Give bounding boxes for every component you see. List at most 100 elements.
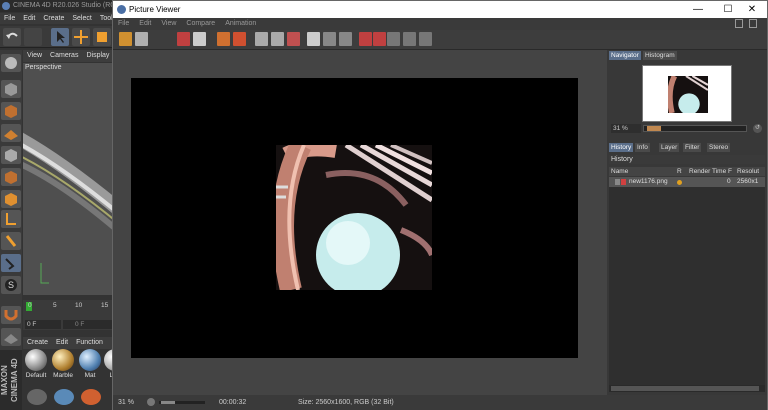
material-menu-create[interactable]: Create xyxy=(23,337,52,349)
render-region-icon[interactable] xyxy=(193,32,206,46)
history-horizontal-scrollbar[interactable] xyxy=(609,385,765,392)
history-row[interactable]: new1176.png 0 2560x1 xyxy=(609,177,765,187)
status-size: Size: 2560x1600, RGB (32 Bit) xyxy=(298,399,394,406)
history-row-resolution: 2560x1 xyxy=(737,178,759,185)
undo-icon[interactable] xyxy=(3,28,21,46)
image-canvas[interactable] xyxy=(113,50,607,395)
history-row-name: new1176.png xyxy=(629,178,668,185)
snap-icon[interactable] xyxy=(1,254,21,272)
perspective-viewport[interactable]: Perspective xyxy=(23,63,120,295)
tab-info[interactable]: Info xyxy=(635,143,650,152)
solo-icon[interactable]: S xyxy=(1,276,21,294)
tab-filter[interactable]: Filter xyxy=(683,143,702,152)
viewport-menu-view[interactable]: View xyxy=(23,50,46,62)
material-ball-icon[interactable] xyxy=(81,389,101,405)
material-default[interactable]: Default xyxy=(23,349,49,379)
object-mode-icon[interactable] xyxy=(1,80,21,98)
menu-file[interactable]: File xyxy=(0,13,19,24)
column-render-time[interactable]: Render Time xyxy=(689,167,726,176)
viewport-menu-cameras[interactable]: Cameras xyxy=(46,50,82,62)
zoom-slider-knob[interactable] xyxy=(647,126,661,131)
current-frame-field[interactable]: 0 F xyxy=(25,320,61,329)
redo-icon[interactable] xyxy=(24,28,42,46)
layer-icon[interactable] xyxy=(217,32,230,46)
image-frame xyxy=(131,78,578,358)
tab-histogram[interactable]: Histogram xyxy=(643,51,677,60)
texture-mode-icon[interactable] xyxy=(1,102,21,120)
lock-workplane-icon[interactable] xyxy=(1,328,21,346)
tab-stereo[interactable]: Stereo xyxy=(707,143,731,152)
tab-history[interactable]: History xyxy=(609,143,634,152)
column-name[interactable]: Name xyxy=(611,167,628,176)
zoom-dropdown-icon[interactable] xyxy=(147,398,155,406)
material-ball-icon[interactable] xyxy=(27,389,47,405)
render-icon[interactable] xyxy=(177,32,190,46)
points-mode-icon[interactable] xyxy=(1,146,21,164)
workplane-icon[interactable] xyxy=(1,124,21,142)
zoom-slider[interactable] xyxy=(643,125,747,132)
material-mat[interactable]: Mat xyxy=(77,349,103,379)
layer-alt-icon[interactable] xyxy=(233,32,246,46)
zoom-reset-icon[interactable]: ↺ xyxy=(753,124,762,133)
cinema4d-window: CINEMA 4D R20.026 Studio (RC File Edit C… xyxy=(0,0,120,410)
viewport-menu-display[interactable]: Display xyxy=(82,50,113,62)
column-r[interactable]: R xyxy=(677,167,682,176)
model-mode-icon[interactable] xyxy=(1,54,21,72)
menu-edit[interactable]: Edit xyxy=(134,18,156,30)
ab-a-icon[interactable] xyxy=(359,32,372,46)
zoom-field[interactable]: 31 % xyxy=(611,124,641,133)
ab-diff-icon[interactable] xyxy=(339,32,352,46)
timeline[interactable]: 0 5 10 15 0 F 0 F xyxy=(23,300,120,330)
compare-swap-icon[interactable] xyxy=(287,32,300,46)
min-frame-field[interactable]: 0 F xyxy=(63,320,118,329)
material-ball-icon[interactable] xyxy=(54,389,74,405)
scale-icon[interactable] xyxy=(93,28,111,46)
status-bar: 31 % 00:00:32 Size: 2560x1600, RGB (32 B… xyxy=(113,395,767,410)
edges-mode-icon[interactable] xyxy=(1,168,21,186)
picture-viewer-menubar: File Edit View Compare Animation xyxy=(113,18,767,30)
column-f[interactable]: F xyxy=(728,167,732,176)
select-arrow-icon[interactable] xyxy=(51,28,69,46)
move-icon[interactable] xyxy=(72,28,90,46)
status-zoom[interactable]: 31 % xyxy=(118,395,134,410)
tab-layer[interactable]: Layer xyxy=(659,143,680,152)
material-menu-function[interactable]: Function xyxy=(72,337,107,349)
navigator-thumbnail[interactable] xyxy=(642,65,732,122)
layout-icon[interactable] xyxy=(749,19,757,28)
timeline-tick: 15 xyxy=(101,302,109,309)
stereo-alt-icon[interactable] xyxy=(403,32,416,46)
history-list[interactable] xyxy=(609,187,765,385)
ab-split-icon[interactable] xyxy=(323,32,336,46)
tab-navigator[interactable]: Navigator xyxy=(609,51,641,60)
menu-compare[interactable]: Compare xyxy=(181,18,220,30)
polygons-mode-icon[interactable] xyxy=(1,190,21,208)
close-button[interactable]: ✕ xyxy=(737,1,767,18)
menu-select[interactable]: Select xyxy=(68,13,95,24)
layout-icon[interactable] xyxy=(735,19,743,28)
axis-mode-icon[interactable] xyxy=(1,210,21,228)
scrollbar-thumb[interactable] xyxy=(611,386,759,391)
menu-file[interactable]: File xyxy=(113,18,134,30)
timeline-ruler: 0 5 10 15 xyxy=(23,302,120,312)
material-label: Default xyxy=(25,372,47,379)
magnet-icon[interactable] xyxy=(1,306,21,324)
stereo-icon[interactable] xyxy=(387,32,400,46)
menu-animation[interactable]: Animation xyxy=(220,18,261,30)
column-resolution[interactable]: Resolut xyxy=(737,167,759,176)
tweak-mode-icon[interactable] xyxy=(1,232,21,250)
minimize-button[interactable]: — xyxy=(683,1,713,18)
material-menu-edit[interactable]: Edit xyxy=(52,337,72,349)
stereo-mode-icon[interactable] xyxy=(419,32,432,46)
maxon-logo: MAXON CINEMA 4D xyxy=(0,350,22,410)
timeline-tick: 10 xyxy=(75,302,83,309)
menu-create[interactable]: Create xyxy=(39,13,68,24)
ab-b-icon[interactable] xyxy=(373,32,386,46)
open-folder-icon[interactable] xyxy=(119,32,132,46)
menu-view[interactable]: View xyxy=(156,18,181,30)
ab-compare-icon[interactable] xyxy=(307,32,320,46)
menu-edit[interactable]: Edit xyxy=(19,13,39,24)
save-icon[interactable] xyxy=(135,32,148,46)
compare-a-icon[interactable] xyxy=(255,32,268,46)
material-marble[interactable]: Marble xyxy=(50,349,76,379)
compare-b-icon[interactable] xyxy=(271,32,284,46)
